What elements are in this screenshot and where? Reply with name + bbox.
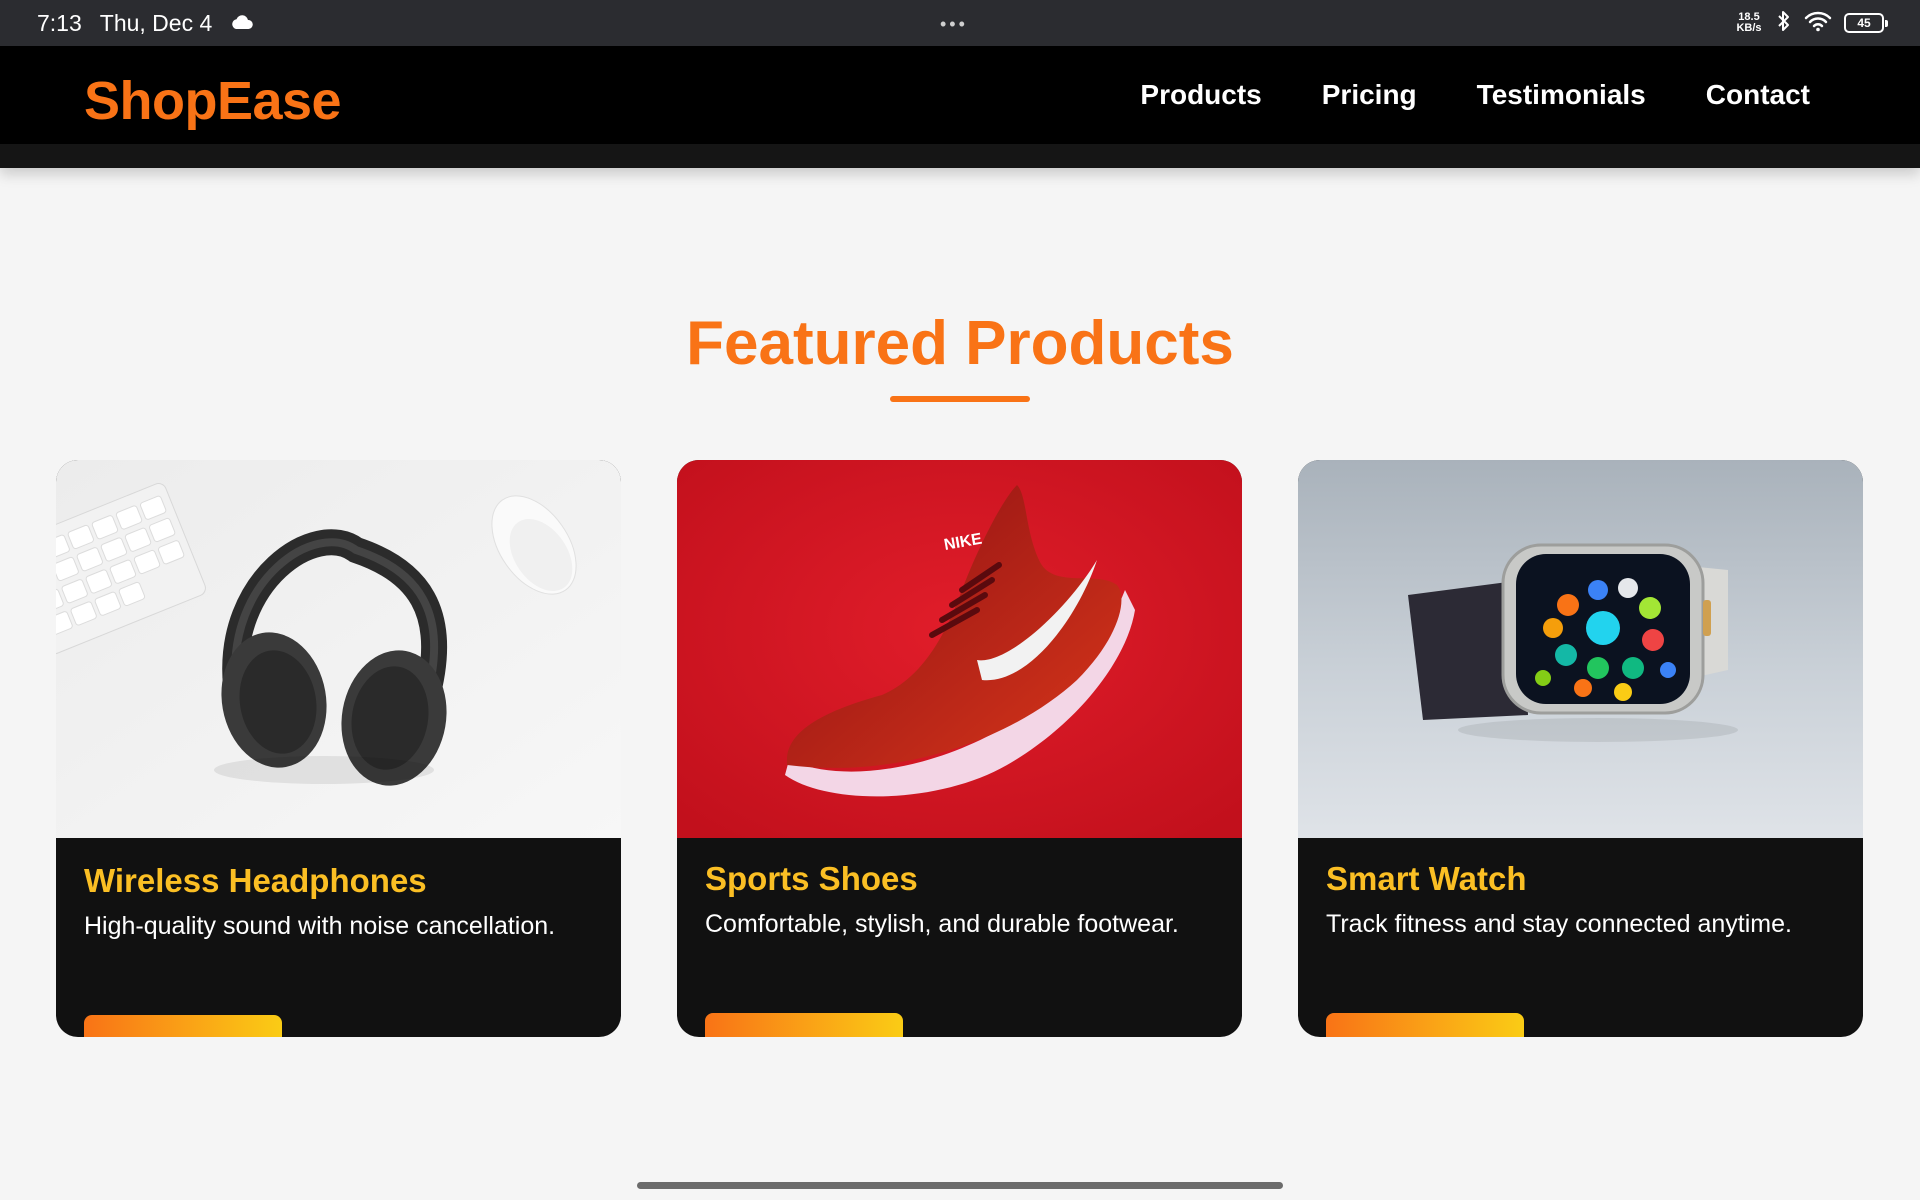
- nav-link-contact[interactable]: Contact: [1706, 79, 1810, 111]
- card-description: Track fitness and stay connected anytime…: [1326, 910, 1792, 938]
- status-date: Thu, Dec 4: [99, 9, 213, 36]
- nav-link-pricing[interactable]: Pricing: [1322, 79, 1417, 111]
- nav-link-testimonials[interactable]: Testimonials: [1477, 79, 1646, 111]
- home-indicator[interactable]: [637, 1182, 1283, 1189]
- status-bar: 7:13 Thu, Dec 4 ••• 18.5 KB/s 45: [0, 0, 1920, 46]
- sneaker-photo: NIKE: [677, 460, 1242, 838]
- buy-now-button[interactable]: Buy Now: [705, 1013, 903, 1037]
- nav-links: Products Pricing Testimonials Contact: [1140, 46, 1810, 144]
- card-title: Wireless Headphones: [84, 862, 427, 899]
- card-body: Smart Watch Track fitness and stay conne…: [1326, 838, 1843, 1037]
- more-dots-icon[interactable]: •••: [940, 14, 968, 35]
- card-description: High-quality sound with noise cancellati…: [84, 912, 556, 940]
- headphones-photo: [56, 460, 621, 838]
- product-card-headphones: Wireless Headphones High-quality sound w…: [56, 460, 621, 1037]
- card-title: Sports Shoes: [705, 860, 918, 897]
- card-body: Wireless Headphones High-quality sound w…: [84, 838, 601, 1037]
- network-speed-unit: KB/s: [1736, 22, 1762, 34]
- section-title: Featured Products: [686, 309, 1234, 378]
- card-title: Smart Watch: [1326, 860, 1527, 897]
- status-left: 7:13 Thu, Dec 4: [37, 0, 254, 46]
- navbar-shadow: [0, 144, 1920, 168]
- product-card-shoes: NIKE Sports Shoes Comfortable, stylish, …: [677, 460, 1242, 1037]
- network-speed: 18.5 KB/s: [1734, 12, 1764, 34]
- cloud-icon: [230, 10, 254, 37]
- buy-now-button[interactable]: Buy Now: [84, 1015, 282, 1037]
- status-right: 18.5 KB/s 45: [1734, 0, 1888, 46]
- navbar: ShopEase Products Pricing Testimonials C…: [0, 46, 1920, 144]
- nav-link-products[interactable]: Products: [1140, 79, 1261, 111]
- bluetooth-icon: [1776, 9, 1792, 38]
- wifi-icon: [1804, 10, 1832, 37]
- title-underline: [890, 396, 1030, 402]
- battery-level: 45: [1857, 16, 1871, 30]
- buy-now-button[interactable]: Buy Now: [1326, 1013, 1524, 1037]
- card-description: Comfortable, stylish, and durable footwe…: [705, 910, 1179, 938]
- smartwatch-photo: [1298, 460, 1863, 838]
- product-card-watch: Smart Watch Track fitness and stay conne…: [1298, 460, 1863, 1037]
- site-logo[interactable]: ShopEase: [84, 70, 342, 132]
- battery-icon: 45: [1844, 13, 1888, 33]
- card-body: Sports Shoes Comfortable, stylish, and d…: [705, 838, 1222, 1037]
- status-time: 7:13: [37, 9, 82, 36]
